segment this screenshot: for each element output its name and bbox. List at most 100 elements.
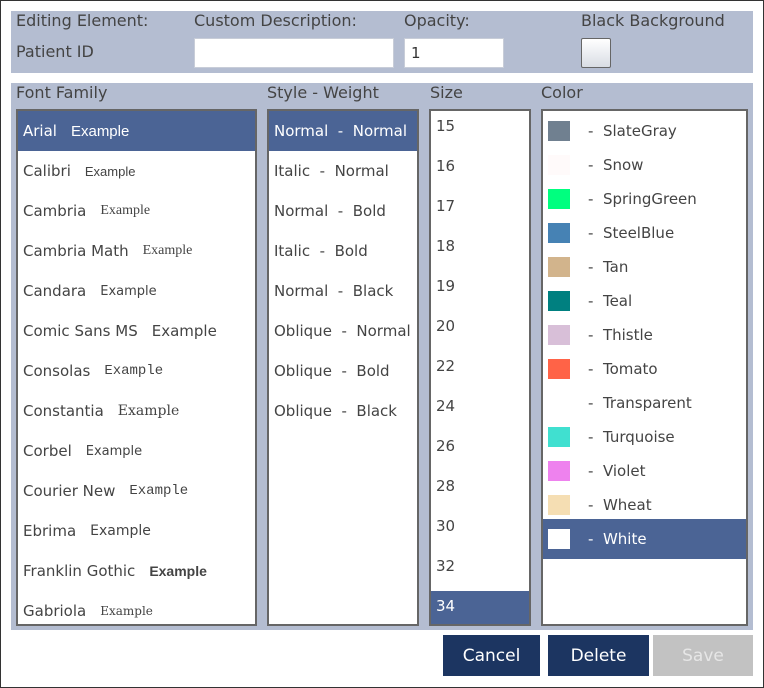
size-list[interactable]: 15 16 17 18 19 20 22 24 26 28 30 32 34 [429,109,531,626]
delete-button[interactable]: Delete [548,635,649,676]
style-weight-item[interactable]: Oblique - Black [269,391,417,431]
size-item[interactable]: 28 [431,471,529,511]
font-name: Courier New [23,482,116,500]
color-name: - Thistle [588,326,653,344]
size-item[interactable]: 24 [431,391,529,431]
size-item[interactable]: 30 [431,511,529,551]
black-background-checkbox[interactable] [581,38,611,68]
font-family-list[interactable]: Arial Example Calibri Example Cambria Example… [16,109,257,626]
style-weight-item[interactable]: Italic - Normal [269,151,417,191]
color-swatch [548,257,570,277]
color-swatch [548,325,570,345]
opacity-label: Opacity: [404,11,470,30]
font-name: Corbel [23,442,72,460]
color-name: - Teal [588,292,633,310]
element-name: Patient ID [16,42,94,61]
size-item[interactable]: 15 [431,111,529,151]
color-name: - White [588,530,647,548]
size-item[interactable]: 19 [431,271,529,311]
editing-element-label: Editing Element: [16,11,149,30]
font-family-item[interactable]: Comic Sans MS Example [18,311,255,351]
font-example: Example [90,523,151,539]
cancel-button[interactable]: Cancel [443,635,540,676]
color-name: - Tomato [588,360,658,378]
font-family-item[interactable]: Consolas Example [18,351,255,391]
font-example: Example [100,283,157,299]
color-list[interactable]: - SlateGray - Snow - SpringGreen - SteelBlu… [541,109,748,626]
font-family-item[interactable]: Corbel Example [18,431,255,471]
font-name: Arial [23,122,57,140]
color-name: - Tan [588,258,629,276]
font-family-item[interactable]: Franklin Gothic Example [18,551,255,591]
font-name: Ebrima [23,522,77,540]
color-swatch [548,121,570,141]
size-item[interactable]: 26 [431,431,529,471]
style-weight-header: Style - Weight [267,83,379,102]
opacity-input[interactable] [404,38,504,68]
font-name: Gabriola [23,602,87,620]
font-example: Example [70,122,130,140]
color-swatch [548,461,570,481]
font-name: Comic Sans MS [23,322,138,340]
font-family-item[interactable]: Arial Example [18,111,255,151]
style-weight-item[interactable]: Italic - Bold [269,231,417,271]
font-family-item[interactable]: Ebrima Example [18,511,255,551]
color-name: - SpringGreen [588,190,697,208]
color-swatch [548,427,570,447]
size-item[interactable]: 17 [431,191,529,231]
font-family-item[interactable]: Cambria Math Example [18,231,255,271]
font-example: Example [151,322,217,340]
custom-description-input[interactable] [194,38,394,68]
style-weight-item[interactable]: Normal - Black [269,271,417,311]
size-item[interactable]: 22 [431,351,529,391]
color-swatch [548,155,570,175]
font-family-item[interactable]: Constantia Example [18,391,255,431]
color-swatch [548,189,570,209]
font-example: Example [142,243,193,258]
font-name: Candara [23,282,87,300]
color-name: - Transparent [588,394,692,412]
color-name: - Snow [588,156,644,174]
color-swatch [548,529,570,549]
font-example: Example [100,604,153,618]
size-item[interactable]: 20 [431,311,529,351]
color-swatch [548,223,570,243]
style-weight-list[interactable]: Normal - Normal Italic - Normal Normal - B… [267,109,419,626]
font-example: Example [129,483,189,499]
color-name: - SteelBlue [588,224,675,242]
style-weight-item[interactable]: Normal - Bold [269,191,417,231]
font-family-item[interactable]: Cambria Example [18,191,255,231]
color-swatch [548,495,570,515]
font-name: Constantia [23,402,104,420]
style-weight-item[interactable]: Oblique - Bold [269,351,417,391]
font-family-item[interactable]: Courier New Example [18,471,255,511]
font-name: Cambria Math [23,242,129,260]
size-item[interactable]: 34 [431,591,529,624]
size-item[interactable]: 32 [431,551,529,591]
custom-description-label: Custom Description: [194,11,357,30]
size-header: Size [430,83,463,102]
font-example: Example [85,443,143,459]
color-item[interactable]: - White [543,519,746,559]
style-weight-item[interactable]: Normal - Normal [269,111,417,151]
color-swatch [548,393,570,413]
color-header: Color [541,83,583,102]
font-example: Example [104,363,164,379]
save-button[interactable]: Save [653,635,753,676]
font-name: Cambria [23,202,87,220]
color-swatch [548,359,570,379]
font-family-item[interactable]: Calibri Example [18,151,255,191]
font-family-item[interactable]: Gabriola Example [18,591,255,624]
font-example: Example [100,203,151,218]
font-name: Calibri [23,162,71,180]
size-item[interactable]: 18 [431,231,529,271]
font-family-item[interactable]: Candara Example [18,271,255,311]
font-example: Example [84,163,136,179]
style-weight-item[interactable]: Oblique - Normal [269,311,417,351]
font-example: Example [149,563,207,579]
font-name: Consolas [23,362,91,380]
font-family-header: Font Family [16,83,108,102]
font-example: Example [117,403,180,419]
color-swatch [548,291,570,311]
size-item[interactable]: 16 [431,151,529,191]
